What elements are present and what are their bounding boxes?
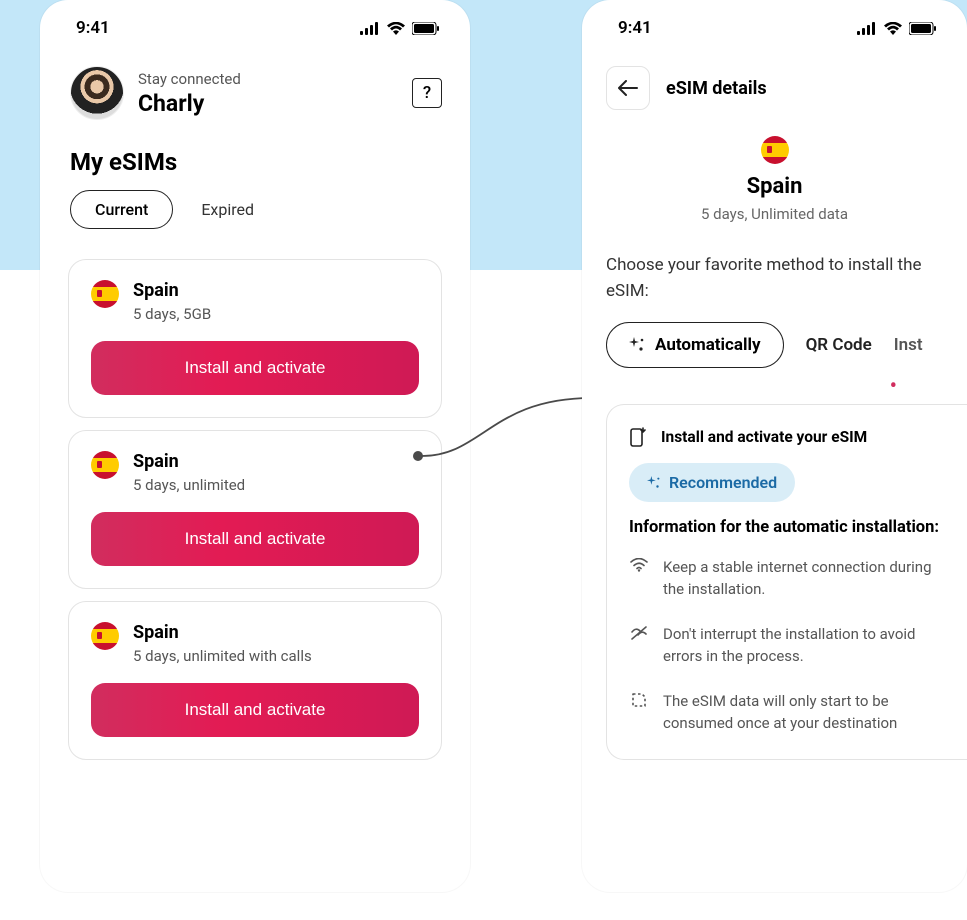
esim-country: Spain <box>133 280 211 301</box>
esim-plan: 5 days, 5GB <box>133 305 211 323</box>
esim-plan: 5 days, unlimited <box>133 476 245 494</box>
esim-tabs: Current Expired <box>40 190 470 247</box>
esim-country: Spain <box>133 451 245 472</box>
profile-header: Stay connected Charly ? <box>40 46 470 124</box>
method-qr-code[interactable]: QR Code <box>806 335 872 355</box>
status-time: 9:41 <box>76 18 110 38</box>
status-time: 9:41 <box>618 18 652 38</box>
flag-spain-icon <box>91 622 119 650</box>
esim-card: Spain 5 days, unlimited with calls Insta… <box>68 601 442 760</box>
install-info-title: Install and activate your eSIM <box>661 428 867 446</box>
detail-country: Spain <box>582 174 967 199</box>
details-header: eSIM details <box>582 46 967 118</box>
phone-esim-list: 9:41 Stay connected Charly ? My eSIMs Cu… <box>40 0 470 892</box>
greeting-text: Stay connected <box>138 70 412 88</box>
carousel-indicator: • <box>582 368 967 394</box>
install-info-panel: Install and activate your eSIM Recommend… <box>606 404 967 760</box>
status-indicators <box>360 22 440 35</box>
flag-spain-icon <box>91 451 119 479</box>
tip-text: Don't interrupt the installation to avoi… <box>663 623 945 668</box>
sparkle-icon <box>629 337 645 353</box>
install-tip: Don't interrupt the installation to avoi… <box>629 623 945 668</box>
install-tip: The eSIM data will only start to be cons… <box>629 690 945 735</box>
install-method-prompt: Choose your favorite method to install t… <box>582 229 967 322</box>
esim-card: Spain 5 days, 5GB Install and activate <box>68 259 442 418</box>
install-activate-button[interactable]: Install and activate <box>91 683 419 737</box>
flag-spain-icon <box>761 136 789 164</box>
avatar[interactable] <box>70 66 124 120</box>
sim-outline-icon <box>630 692 648 708</box>
install-info-heading: Information for the automatic installati… <box>629 516 945 540</box>
install-activate-button[interactable]: Install and activate <box>91 512 419 566</box>
tip-text: The eSIM data will only start to be cons… <box>663 690 945 735</box>
help-icon: ? <box>423 83 431 103</box>
phone-esim-details: 9:41 eSIM details Spain 5 days, Unlimite… <box>582 0 967 892</box>
status-indicators <box>857 22 937 35</box>
help-button[interactable]: ? <box>412 78 442 108</box>
install-method-tabs: Automatically QR Code Inst <box>582 322 967 368</box>
detail-plan: 5 days, Unlimited data <box>582 205 967 223</box>
method-auto-label: Automatically <box>655 335 761 355</box>
battery-icon <box>412 22 440 35</box>
flag-spain-icon <box>91 280 119 308</box>
wifi-icon <box>387 22 405 35</box>
wifi-icon <box>884 22 902 35</box>
sparkle-icon <box>647 476 661 490</box>
tip-text: Keep a stable internet connection during… <box>663 556 945 601</box>
arrow-left-icon <box>618 80 638 96</box>
no-interrupt-icon <box>630 625 648 641</box>
section-title: My eSIMs <box>40 124 470 190</box>
back-button[interactable] <box>606 66 650 110</box>
install-tip: Keep a stable internet connection during… <box>629 556 945 601</box>
method-install[interactable]: Inst <box>894 335 923 355</box>
wifi-icon <box>630 558 648 572</box>
cellular-icon <box>360 22 380 35</box>
esim-plan: 5 days, unlimited with calls <box>133 647 312 665</box>
status-bar: 9:41 <box>40 0 470 46</box>
install-activate-button[interactable]: Install and activate <box>91 341 419 395</box>
battery-icon <box>909 22 937 35</box>
recommended-label: Recommended <box>669 473 777 492</box>
esim-country: Spain <box>133 622 312 643</box>
recommended-badge: Recommended <box>629 463 795 502</box>
cellular-icon <box>857 22 877 35</box>
country-summary: Spain 5 days, Unlimited data <box>582 118 967 229</box>
status-bar: 9:41 <box>582 0 967 46</box>
tab-expired[interactable]: Expired <box>201 200 254 219</box>
esim-card: Spain 5 days, unlimited Install and acti… <box>68 430 442 589</box>
page-title: eSIM details <box>666 78 767 99</box>
method-automatically[interactable]: Automatically <box>606 322 784 368</box>
user-name: Charly <box>138 90 412 117</box>
phone-install-icon <box>629 427 647 447</box>
tab-current[interactable]: Current <box>70 190 173 229</box>
